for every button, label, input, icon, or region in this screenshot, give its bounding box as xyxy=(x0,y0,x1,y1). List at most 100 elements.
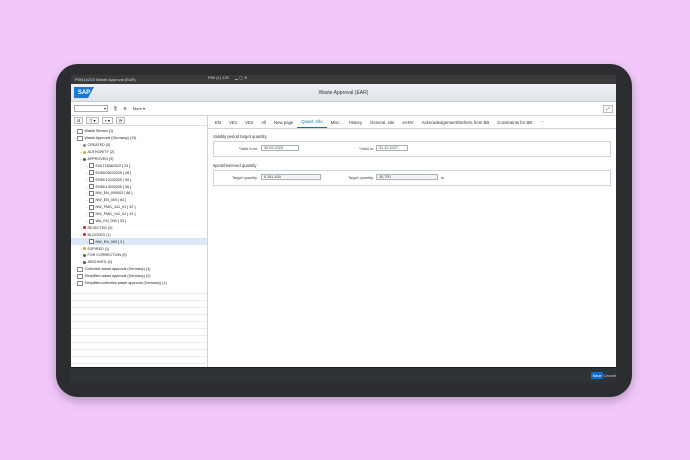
tree-node[interactable]: › Simplified collective waste approval (G… xyxy=(71,280,207,287)
tree-node-label: REJECTED (0) xyxy=(87,225,113,230)
target-quantity-label-1: Target quantity: xyxy=(232,176,258,180)
tree-node-label: APPROVED (9) xyxy=(87,157,114,161)
tree-node[interactable]: › ENLT16082022 [ 23 ] xyxy=(71,162,207,169)
tab-misc-[interactable]: Misc. xyxy=(327,120,345,128)
tab-acknowledgement-defects-from-bb[interactable]: Acknowledgement/Defects from BB xyxy=(418,120,494,128)
tab-ve2[interactable]: VE2 xyxy=(241,120,257,128)
more-label: More xyxy=(132,106,142,111)
tree-node[interactable]: › Simplified waste approval (Germany) (2) xyxy=(71,273,207,280)
detail-panel: EN VE1 VE2 All New page Quant. Info Misc. Histo… xyxy=(208,115,616,367)
save-layout-icon[interactable]: ⎘ xyxy=(114,106,117,111)
tab-new-page[interactable]: New page xyxy=(270,120,297,128)
tree-node-label: NW_EN_000003 [ 68 ] xyxy=(95,191,133,196)
window-title: P50(1)/210 Waste Approval (EAR) xyxy=(75,77,136,82)
navigation-tree: › Waste Stream (1) ⌄ Waste Approval (German… xyxy=(71,126,207,307)
tree-node[interactable]: › FOR CORRECTION (0) xyxy=(71,252,207,259)
tree-collapse-icon[interactable]: ⊟ xyxy=(74,116,84,124)
tree-node[interactable]: › NW_EN_000 [ 2 ] xyxy=(71,238,207,246)
document-icon xyxy=(89,184,94,190)
tab-quant-info[interactable]: Quant. Info xyxy=(297,119,327,128)
target-quantity-label-2: Target quantity: xyxy=(348,176,374,180)
tree-node[interactable]: ⌄ APPROVED (9) xyxy=(71,156,207,163)
tree-node-label: AUTHORITY (2) xyxy=(87,150,115,155)
tree-node-label: ARCHIVED (0) xyxy=(87,260,113,265)
folder-icon xyxy=(77,266,83,272)
valid-to-label: *Valid to: xyxy=(359,147,374,151)
status-icon xyxy=(83,150,86,154)
tree-node[interactable]: › ARCHIVED (0) xyxy=(71,259,207,266)
document-icon xyxy=(89,163,94,169)
tree-node[interactable]: › CREATED (0) xyxy=(71,142,207,149)
folder-icon xyxy=(77,128,83,134)
window-titlebar: P50(1)/210 Waste Approval (EAR) P50 (1) … xyxy=(71,75,616,84)
tab-en[interactable]: EN xyxy=(211,120,225,128)
tab-history[interactable]: History xyxy=(345,120,366,128)
tab-eanv[interactable]: eANV xyxy=(398,120,417,128)
tab-all[interactable]: All xyxy=(257,120,270,128)
screen: P50(1)/210 Waste Approval (EAR) P50 (1) … xyxy=(71,75,616,383)
tab-content: Validity period target quantity *Valid f… xyxy=(208,129,616,188)
tree-node[interactable]: › ENSK13032025 [ 96 ] xyxy=(71,183,207,190)
tree-node-label: ENLT16082022 [ 23 ] xyxy=(95,163,131,168)
tab-constraints-for-bb[interactable]: Constraints for BB xyxy=(493,120,536,128)
tree-node-label: EXPIRED (1) xyxy=(87,246,110,251)
tree-node[interactable]: › NW_FMG_141_02 [ 43 ] xyxy=(71,211,207,218)
settings-icon[interactable]: ⚙ xyxy=(123,106,127,111)
tree-node[interactable]: › EXPIRED (1) xyxy=(71,245,207,252)
validity-section-title: Validity period target quantity xyxy=(213,134,267,139)
tabs-overflow-icon[interactable]: ⋯ xyxy=(536,119,548,128)
tablet-device: P50(1)/210 Waste Approval (EAR) P50 (1) … xyxy=(56,64,632,397)
tree-node[interactable]: › NW_FMG_141_01 [ 42 ] xyxy=(71,204,207,211)
target-quantity-field-2[interactable]: 30,700 xyxy=(376,174,438,180)
tree-node[interactable]: › WA_EN_009 [ 33 ] xyxy=(71,218,207,225)
tree-node-label: Waste Approval (Germany) (13) xyxy=(84,136,137,141)
tab-ve1[interactable]: VE1 xyxy=(225,120,241,128)
tree-node[interactable]: › REJECTED (0) xyxy=(71,224,207,231)
tab-strip: EN VE1 VE2 All New page Quant. Info Misc. Histo… xyxy=(208,115,616,129)
tree-empty-area xyxy=(71,287,207,367)
tree-node[interactable]: › Waste Stream (1) xyxy=(71,128,207,135)
target-quantity-field-1[interactable]: 8.181,400 xyxy=(261,174,321,180)
tree-node-label: NW_FMG_141_02 [ 43 ] xyxy=(95,212,136,217)
filter-icon[interactable]: ▽ ▾ xyxy=(86,116,99,124)
document-icon xyxy=(89,211,94,217)
tree-node[interactable]: › NW_EN_000003 [ 68 ] xyxy=(71,190,207,197)
tree-node[interactable]: › Collective waste approval (Germany) (4) xyxy=(71,266,207,273)
status-icon xyxy=(83,260,86,264)
tree-node-label: BLOCKED (1) xyxy=(87,232,111,237)
tree-node-label: Collective waste approval (Germany) (4) xyxy=(84,267,151,272)
save-button[interactable]: Save xyxy=(591,372,603,379)
tree-toolbar: ⊟ ▽ ▾ ⌕ ▾ ⟳ xyxy=(71,115,207,126)
tree-node[interactable]: › NW_EN_000 [ 64 ] xyxy=(71,197,207,204)
status-icon xyxy=(83,226,86,230)
tree-node-label: NW_FMG_141_01 [ 42 ] xyxy=(95,205,136,210)
status-icon xyxy=(83,143,86,147)
variant-select[interactable]: ▾ xyxy=(74,105,108,112)
tree-node[interactable]: ⌄ BLOCKED (1) xyxy=(71,231,207,238)
tree-node-label: CREATED (0) xyxy=(87,143,111,148)
tree-node-label: ENSK13032025 [ 96 ] xyxy=(95,184,132,189)
tree-node[interactable]: › AUTHORITY (2) xyxy=(71,149,207,156)
folder-icon xyxy=(77,280,83,286)
tree-node-label: FOR CORRECTION (0) xyxy=(87,253,127,258)
document-icon xyxy=(89,197,94,203)
status-icon xyxy=(83,233,86,237)
tree-node-label: ENSK06022025 [ 48 ] xyxy=(95,170,132,175)
tree-node-label: WA_EN_009 [ 33 ] xyxy=(95,219,126,224)
shell-bar: SAP Waste Approval (EAR) xyxy=(71,84,616,102)
navigation-tree-panel: ⊟ ▽ ▾ ⌕ ▾ ⟳ › Waste Stream (1) ⌄ Waste Appr… xyxy=(71,115,208,367)
tree-node[interactable]: ⌄ Waste Approval (Germany) (13) xyxy=(71,135,207,142)
cancel-button[interactable]: Cancel xyxy=(604,373,616,378)
tab-general-site[interactable]: General. site xyxy=(366,120,398,128)
document-icon xyxy=(89,239,94,245)
tree-node[interactable]: › ENSK06022025 [ 48 ] xyxy=(71,169,207,176)
tree-node[interactable]: › ENSK12032025 [ 50 ] xyxy=(71,176,207,183)
document-icon xyxy=(89,170,94,176)
refresh-icon[interactable]: ⟳ xyxy=(115,116,126,124)
valid-from-field[interactable]: 30.09.2023 xyxy=(261,145,299,151)
folder-icon xyxy=(77,273,83,279)
search-icon[interactable]: ⌕ ▾ xyxy=(101,116,113,124)
valid-to-field[interactable]: 31.12.2027 xyxy=(376,145,408,151)
document-icon xyxy=(89,177,94,183)
more-menu[interactable]: More ▾ xyxy=(133,106,145,111)
